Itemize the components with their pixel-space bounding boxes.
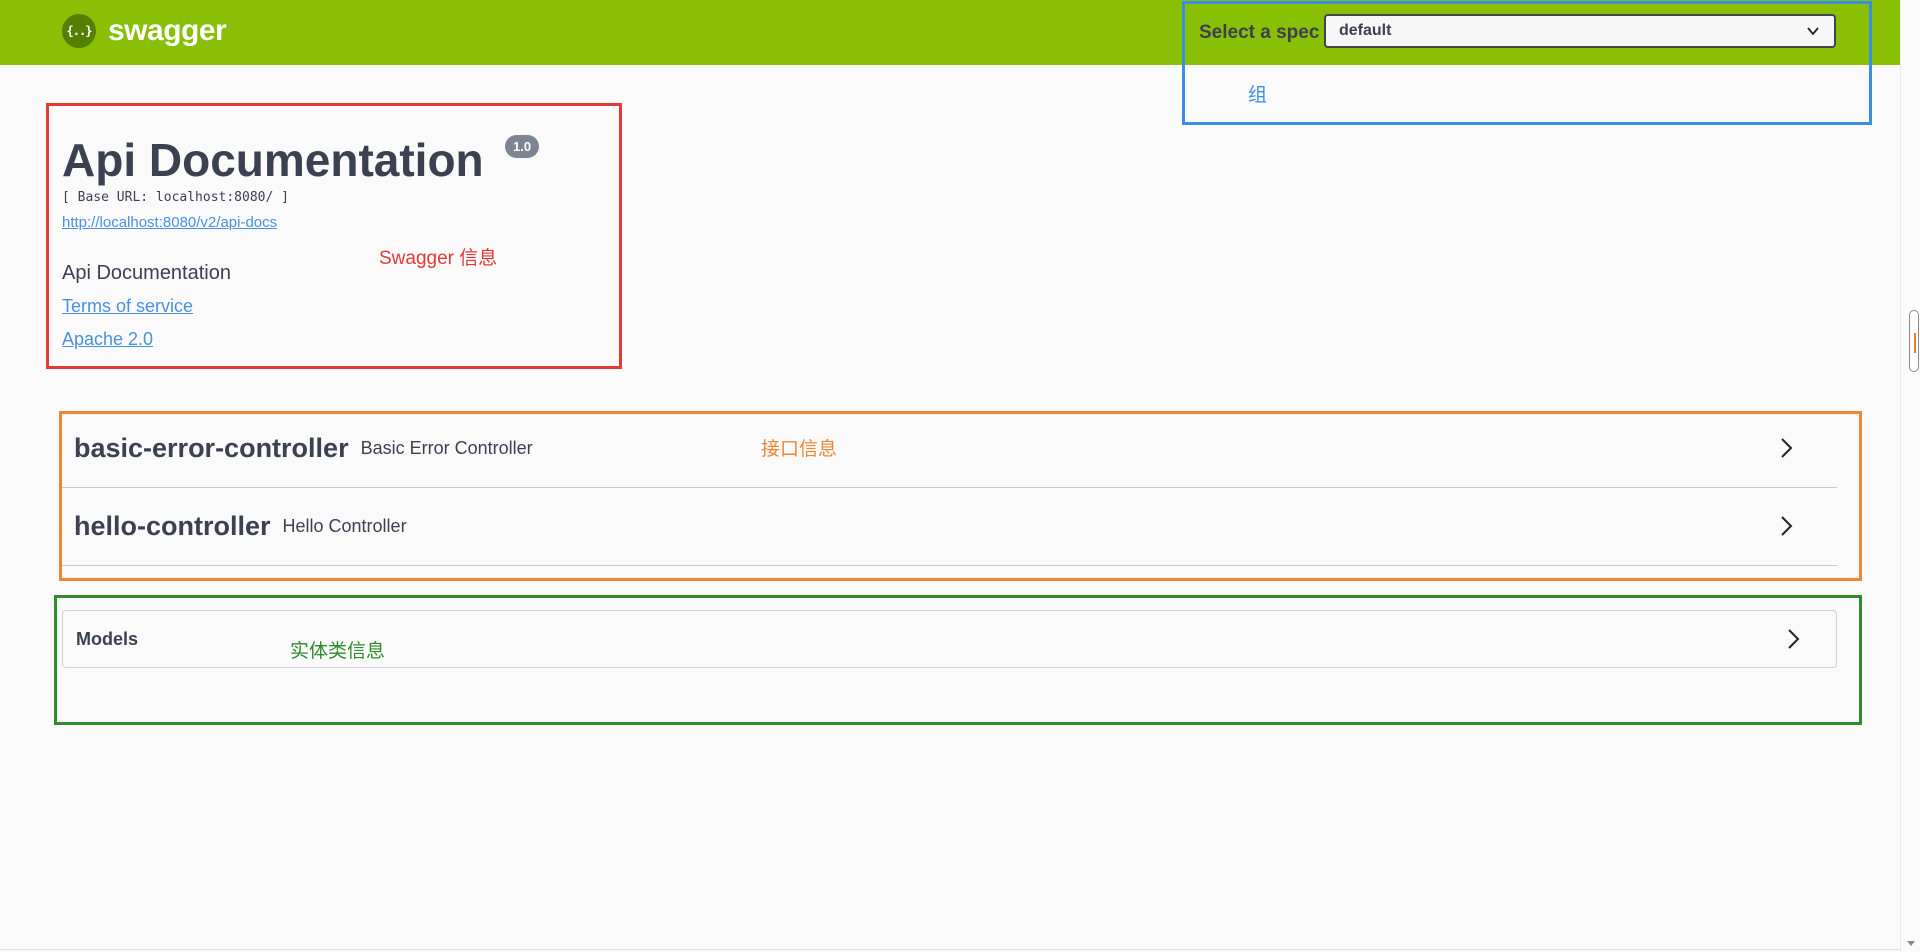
annotation-box-swagger-info: [46, 103, 622, 369]
swagger-logo[interactable]: {..} swagger: [62, 14, 227, 48]
swagger-logo-text: swagger: [108, 14, 227, 47]
annotation-box-group: [1182, 1, 1872, 125]
vertical-scrollbar[interactable]: [1900, 0, 1920, 952]
page-bottom-divider: [0, 949, 1900, 950]
scroll-down-arrow-icon[interactable]: [1907, 941, 1915, 946]
annotation-label-entity-info: 实体类信息: [290, 641, 386, 662]
scrollbar-thumb-marker: [1914, 333, 1916, 353]
annotation-label-swagger-info: Swagger 信息: [379, 248, 498, 269]
annotation-label-interface-info: 接口信息: [761, 439, 838, 460]
annotation-label-group: 组: [1248, 85, 1268, 106]
scrollbar-thumb[interactable]: [1909, 310, 1919, 372]
annotation-box-interface-info: [59, 411, 1862, 581]
swagger-logo-icon: {..}: [62, 14, 96, 48]
